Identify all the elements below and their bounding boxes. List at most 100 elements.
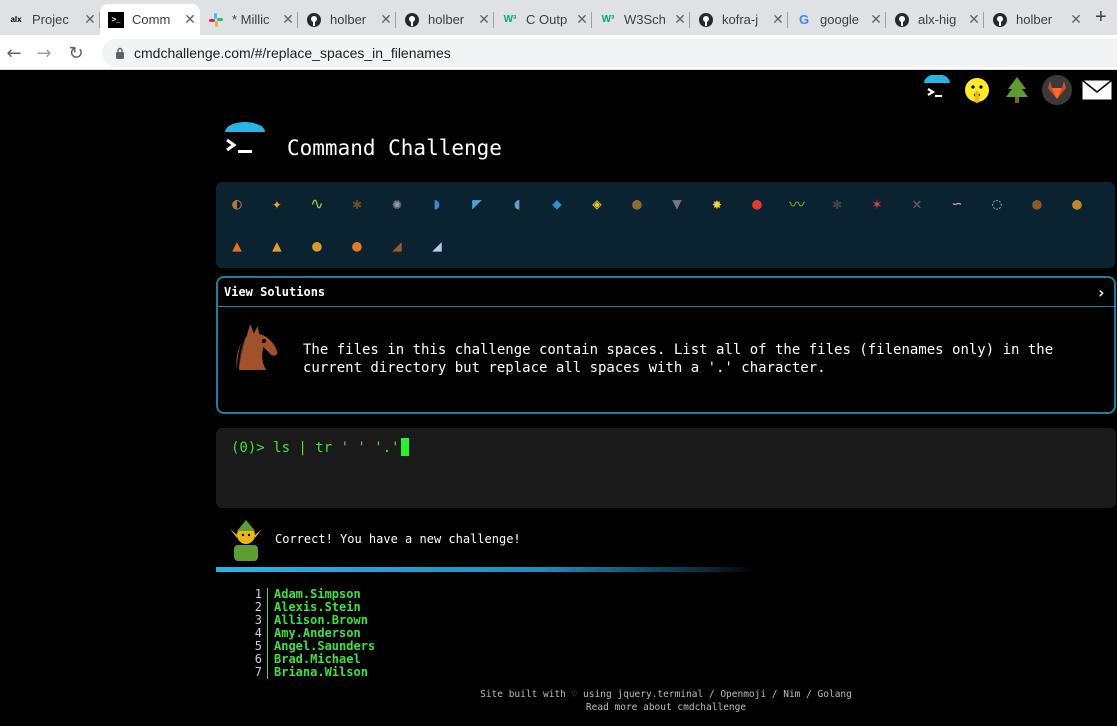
dog-icon[interactable]: ●	[1062, 188, 1092, 218]
spider-web-icon[interactable]: ✺	[382, 188, 412, 218]
alx-logo-icon: alx	[10, 15, 22, 24]
footer: Site built with ♡ using jquery.terminal …	[416, 688, 916, 714]
tab-w3schools[interactable]: W³ W3Sch ✕	[592, 4, 690, 35]
tab-slack[interactable]: * Millic ✕	[200, 4, 298, 35]
page-title: Command Challenge	[287, 136, 502, 160]
tab-title: holber	[330, 12, 367, 27]
worm-icon[interactable]: ∽	[942, 188, 972, 218]
elf-icon	[228, 517, 264, 561]
gitlab-icon[interactable]	[1041, 74, 1073, 106]
snail-icon[interactable]: ◐	[222, 188, 252, 218]
github-logo-icon	[698, 12, 714, 28]
terminal-input[interactable]: (0)> ls | tr ' ' '.'	[216, 428, 1116, 508]
ant-icon[interactable]: ✱	[342, 188, 372, 218]
tab-title: holber	[428, 12, 465, 27]
dolphin-icon[interactable]: ◖	[502, 188, 532, 218]
top-icon-links	[921, 74, 1113, 106]
tab-title: Projec	[32, 12, 69, 27]
challenge-emoji-bar: ◐ ✦ ∿ ✱ ✺ ◗ ◤ ◖ ◆ ◈ ● ▼ ✸ ● 〰 ✱ ✶ ✕ ∽ ◌ ● ● ▲ ▲ ● ● ◢ ◢	[216, 182, 1115, 268]
lock-icon[interactable]	[112, 45, 128, 61]
site-logo-icon[interactable]	[222, 122, 268, 162]
tab-title: Comm	[132, 12, 171, 27]
w3schools-logo-icon: W³	[601, 14, 615, 25]
browser-tab-strip: alx Projec ✕ >_ Comm ✕ * Millic ✕ holber…	[0, 0, 1117, 35]
tree-icon[interactable]	[1001, 74, 1033, 106]
close-tab-icon[interactable]: ✕	[474, 11, 494, 28]
reload-icon[interactable]: ↻	[64, 41, 88, 65]
monkey-icon[interactable]: ●	[1022, 188, 1052, 218]
tab-github[interactable]: holber ✕	[984, 4, 1086, 35]
shushing-face-icon[interactable]	[961, 74, 993, 106]
tab-command-challenge[interactable]: >_ Comm ✕	[100, 4, 200, 35]
lizard-icon[interactable]: 〰	[782, 188, 812, 218]
close-tab-icon[interactable]: ✕	[1066, 11, 1086, 28]
github-logo-icon	[992, 12, 1008, 28]
chevron-right-icon[interactable]: ›	[1096, 283, 1106, 302]
close-tab-icon[interactable]: ✕	[572, 11, 592, 28]
butterfly-icon[interactable]: ✦	[262, 188, 292, 218]
output-line: 7 Briana.Wilson	[246, 666, 375, 679]
tab-github[interactable]: kofra-j ✕	[690, 4, 788, 35]
browser-toolbar: ← → ↻ cmdchallenge.com/#/replace_spaces_…	[0, 35, 1117, 70]
close-tab-icon[interactable]: ✕	[80, 11, 100, 28]
tab-title: alx-hig	[918, 12, 957, 27]
tab-google[interactable]: G google ✕	[788, 4, 886, 35]
terminal-icon[interactable]	[921, 74, 953, 106]
unicorn-icon[interactable]: ◢	[422, 230, 452, 260]
tiger-icon[interactable]: ●	[342, 230, 372, 260]
close-tab-icon[interactable]: ✕	[180, 11, 200, 28]
tab-title: W3Sch	[624, 12, 666, 27]
cat-icon[interactable]: ▲	[262, 230, 292, 260]
fish-icon[interactable]: ◆	[542, 188, 572, 218]
github-logo-icon	[404, 12, 420, 28]
horse-icon[interactable]: ◢	[382, 230, 412, 260]
shark-icon[interactable]: ◤	[462, 188, 492, 218]
challenge-panel: View Solutions › The files in this chall…	[216, 276, 1116, 414]
tropical-fish-icon[interactable]: ◈	[582, 188, 612, 218]
close-tab-icon[interactable]: ✕	[376, 11, 396, 28]
line-number: 7	[246, 666, 268, 679]
close-tab-icon[interactable]: ✕	[768, 11, 788, 28]
tab-github[interactable]: alx-hig ✕	[886, 4, 984, 35]
tab-w3schools[interactable]: W³ C Outp ✕	[494, 4, 592, 35]
lion-icon[interactable]: ●	[302, 230, 332, 260]
microbe-icon[interactable]: ◌	[982, 188, 1012, 218]
terminal-prompt[interactable]: (0)> ls | tr ' ' '.'	[231, 438, 409, 456]
fox-icon[interactable]: ▲	[222, 230, 252, 260]
tab-github[interactable]: holber ✕	[396, 4, 494, 35]
close-tab-icon[interactable]: ✕	[866, 11, 886, 28]
github-logo-icon	[306, 12, 322, 28]
url-text: cmdchallenge.com/#/replace_spaces_in_fil…	[134, 45, 451, 61]
read-more-link[interactable]: Read more about cmdchallenge	[416, 701, 916, 714]
fly-icon[interactable]: ✕	[902, 188, 932, 218]
tab-title: * Millic	[232, 12, 270, 27]
whale-icon[interactable]: ◗	[422, 188, 452, 218]
address-bar[interactable]: cmdchallenge.com/#/replace_spaces_in_fil…	[102, 39, 1117, 67]
tab-title: kofra-j	[722, 12, 759, 27]
blowfish-icon[interactable]: ●	[622, 188, 652, 218]
close-tab-icon[interactable]: ✕	[964, 11, 984, 28]
bee-icon[interactable]: ✸	[702, 188, 732, 218]
view-solutions-header[interactable]: View Solutions ›	[218, 278, 1114, 307]
cmdchallenge-page: Command Challenge ◐ ✦ ∿ ✱ ✺ ◗ ◤ ◖ ◆ ◈ ● ▼ ✸ ● 〰 ✱ ✶ ✕ ∽ ◌ ● ●…	[0, 70, 1117, 726]
envelope-icon[interactable]	[1081, 74, 1113, 106]
command-text: ls | tr ' ' '.'	[264, 440, 400, 456]
progress-bar	[216, 567, 756, 572]
scorpion-icon[interactable]: ✶	[862, 188, 892, 218]
ladybug-icon[interactable]: ●	[742, 188, 772, 218]
close-tab-icon[interactable]: ✕	[670, 11, 690, 28]
close-tab-icon[interactable]: ✕	[278, 11, 298, 28]
command-output: 1 Adam.Simpson 2 Alexis.Stein 3 Allison.Bro…	[246, 588, 375, 679]
tab-alx-project[interactable]: alx Projec ✕	[0, 4, 100, 35]
github-logo-icon	[894, 12, 910, 28]
caterpillar-icon[interactable]: ∿	[302, 188, 332, 218]
tab-title: C Outp	[526, 12, 568, 27]
back-arrow-icon[interactable]: ←	[2, 41, 26, 65]
new-tab-button[interactable]: +	[1095, 6, 1107, 29]
slack-logo-icon	[208, 12, 224, 28]
wolf-icon[interactable]: ▼	[662, 188, 692, 218]
forward-arrow-icon[interactable]: →	[32, 41, 56, 65]
terminal-logo-icon: >_	[108, 11, 124, 28]
spider-icon[interactable]: ✱	[822, 188, 852, 218]
tab-github[interactable]: holber ✕	[298, 4, 396, 35]
